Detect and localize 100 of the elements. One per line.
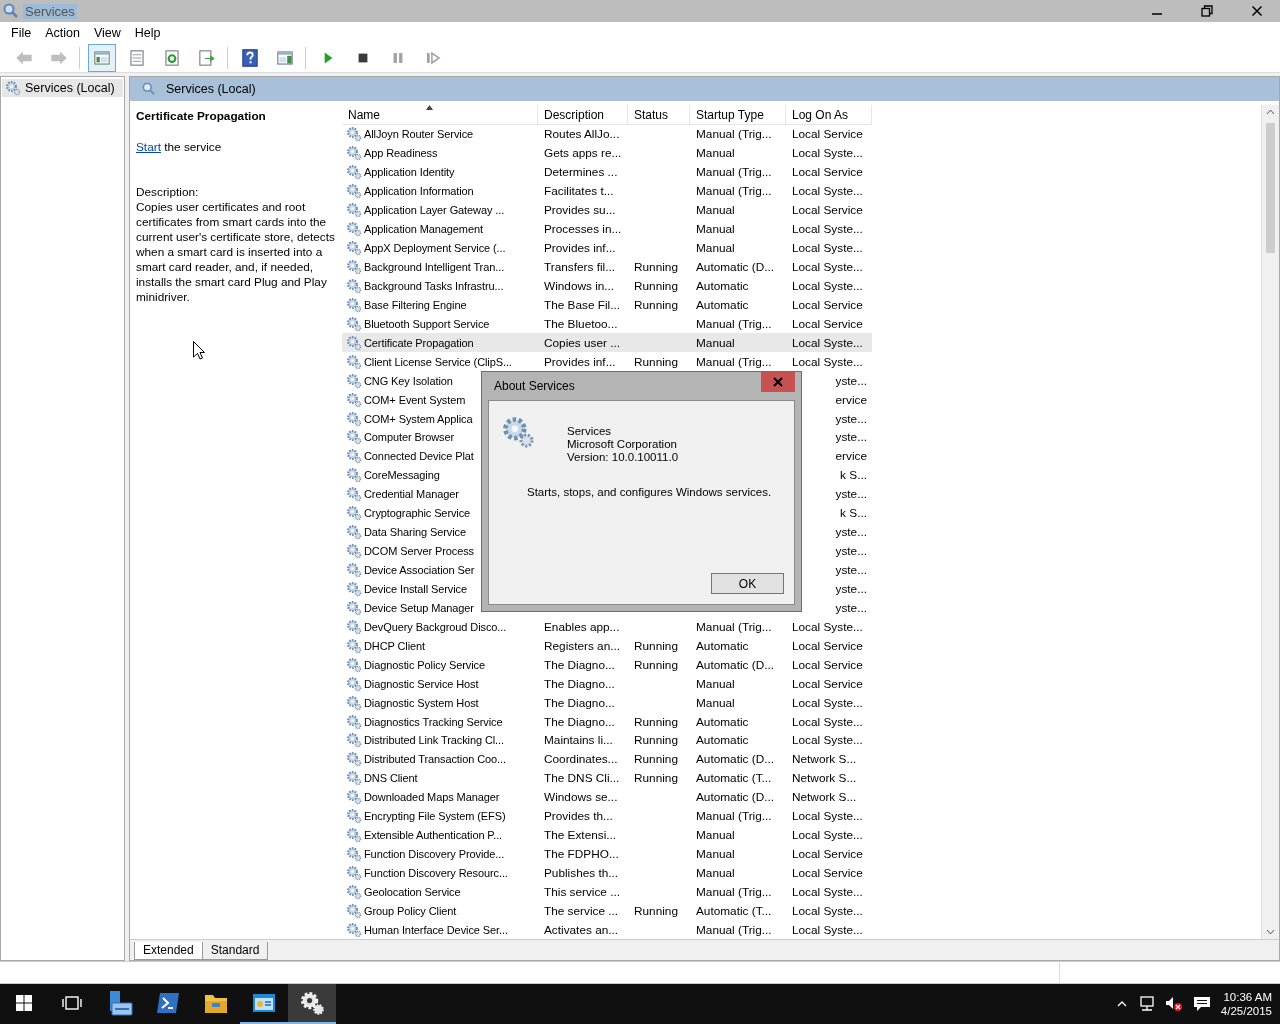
table-cell-text: yste... [834, 430, 868, 445]
table-cell-text: Provides th... [543, 809, 614, 824]
table-cell-text: The FDPHO... [543, 847, 620, 862]
table-cell-text: Local Service [791, 676, 864, 691]
summary-text: Starts, stops, and configures Windows services. [527, 486, 773, 498]
table-cell-text: The Extensi... [543, 828, 618, 843]
table-cell-text: Local Service [791, 657, 864, 672]
table-cell-text: Local Service [791, 866, 864, 881]
table-cell-text: Activates an... [543, 922, 620, 937]
table-cell-text: Manual [695, 866, 736, 881]
table-cell-text: Automatic (D... [695, 790, 775, 805]
table-cell: Function Discovery Provide... [364, 848, 505, 861]
table-cell-text: Manual [695, 222, 736, 237]
table-cell-text: Automatic (T... [695, 903, 773, 918]
tree-item-label: Services (Local) [25, 81, 115, 95]
version-text: Version: 10.0.10011.0 [567, 451, 679, 464]
table-cell-text: The Diagno... [543, 695, 616, 710]
table-cell-text: Running [633, 714, 679, 729]
table-cell-text: Manual (Trig... [695, 809, 773, 824]
table-cell-text: This service ... [543, 884, 622, 899]
table-cell: Geolocation Service [364, 885, 461, 898]
table-cell-text: Manual [695, 847, 736, 862]
table-cell-text: Local Service [791, 203, 864, 218]
table-cell-text: The Diagno... [543, 676, 616, 691]
dialog-title: About Services [494, 379, 575, 393]
table-cell-text: Local Syste... [791, 695, 864, 710]
table-cell-text: Manual (Trig... [695, 127, 773, 142]
table-cell-text: Local Syste... [791, 222, 864, 237]
table-cell-text: Local Syste... [791, 619, 864, 634]
table-cell-text: Determines ... [543, 165, 619, 180]
table-cell: Diagnostic Policy Service [364, 658, 485, 671]
table-cell-text: k S... [839, 506, 868, 521]
table-cell: AllJoyn Router Service [364, 128, 474, 141]
table-cell-text: yste... [834, 525, 868, 540]
table-cell-text: Automatic (D... [695, 752, 775, 767]
table-cell: DHCP Client [364, 639, 426, 652]
table-cell-text: Automatic (D... [695, 657, 775, 672]
table-cell-text: Local Syste... [791, 335, 864, 350]
table-cell-text: Windows in... [543, 278, 616, 293]
table-cell-text: yste... [834, 600, 868, 615]
table-cell-text: The Bluetoo... [543, 316, 619, 331]
table-cell-text: Local Syste... [791, 884, 864, 899]
table-cell-text: Manual (Trig... [695, 922, 773, 937]
table-cell-text: Automatic (D... [695, 260, 775, 275]
table-cell-text: Network S... [791, 790, 858, 805]
table-cell-text: Local Syste... [791, 809, 864, 824]
table-cell-text: Local Syste... [791, 146, 864, 161]
table-cell-text: yste... [834, 373, 868, 388]
table-cell-text: Local Syste... [791, 278, 864, 293]
table-cell-text: Local Syste... [791, 733, 864, 748]
table-cell-text: Running [633, 657, 679, 672]
table-cell: Background Tasks Infrastru... [364, 279, 504, 292]
table-cell: Data Sharing Service [364, 526, 466, 539]
table-cell-text: Manual (Trig... [695, 619, 773, 634]
table-cell-text: Gets apps re... [543, 146, 623, 161]
table-cell-text: Running [633, 354, 679, 369]
table-cell-text: Manual [695, 146, 736, 161]
table-cell: AppX Deployment Service (... [364, 242, 506, 255]
table-cell-text: Running [633, 903, 679, 918]
table-cell: DevQuery Backgroud Disco... [364, 620, 507, 633]
product-name: Services [567, 425, 613, 438]
pane-title: Services (Local) [166, 82, 256, 96]
table-cell-text: The DNS Cli... [543, 771, 621, 786]
table-cell-text: Local Service [791, 127, 864, 142]
table-cell-text: Automatic [695, 297, 750, 312]
table-cell: Computer Browser [364, 431, 455, 444]
table-cell: DNS Client [364, 772, 418, 785]
table-cell-text: Provides inf... [543, 241, 617, 256]
table-cell-text: Local Syste... [791, 828, 864, 843]
table-cell-text: Automatic [695, 714, 750, 729]
table-cell: Distributed Link Tracking Cl... [364, 734, 504, 747]
table-cell-text: Manual (Trig... [695, 354, 773, 369]
table-cell-text: Running [633, 278, 679, 293]
table-cell-text: Provides su... [543, 203, 617, 218]
table-cell-text: Local Syste... [791, 922, 864, 937]
table-cell-text: yste... [834, 487, 868, 502]
table-cell: Application Information [364, 185, 474, 198]
table-cell-text: Facilitates t... [543, 184, 615, 199]
table-cell-text: Manual [695, 335, 736, 350]
table-cell-text: Local Service [791, 638, 864, 653]
table-cell-text: Coordinates... [543, 752, 619, 767]
table-cell-text: Manual [695, 828, 736, 843]
table-cell-text: Manual (Trig... [695, 316, 773, 331]
table-cell: Device Install Service [364, 582, 467, 595]
table-cell-text: ervice [834, 449, 868, 464]
table-cell-text: Running [633, 771, 679, 786]
table-cell-text: The Base Fil... [543, 297, 622, 312]
table-cell-text: Copies user ... [543, 335, 622, 350]
table-cell: Application Layer Gateway ... [364, 204, 505, 217]
table-cell-text: Registers an... [543, 638, 622, 653]
table-cell-text: Manual [695, 241, 736, 256]
action-sentence: Start the service [136, 140, 223, 155]
table-cell-text: Local Syste... [791, 714, 864, 729]
table-cell-text: Running [633, 260, 679, 275]
table-cell-text: The service ... [543, 903, 620, 918]
table-cell: CNG Key Isolation [364, 374, 453, 387]
table-cell-text: Manual (Trig... [695, 184, 773, 199]
table-cell-text: Windows se... [543, 790, 619, 805]
table-cell-text: Local Service [791, 165, 864, 180]
table-cell-text: Local Syste... [791, 903, 864, 918]
